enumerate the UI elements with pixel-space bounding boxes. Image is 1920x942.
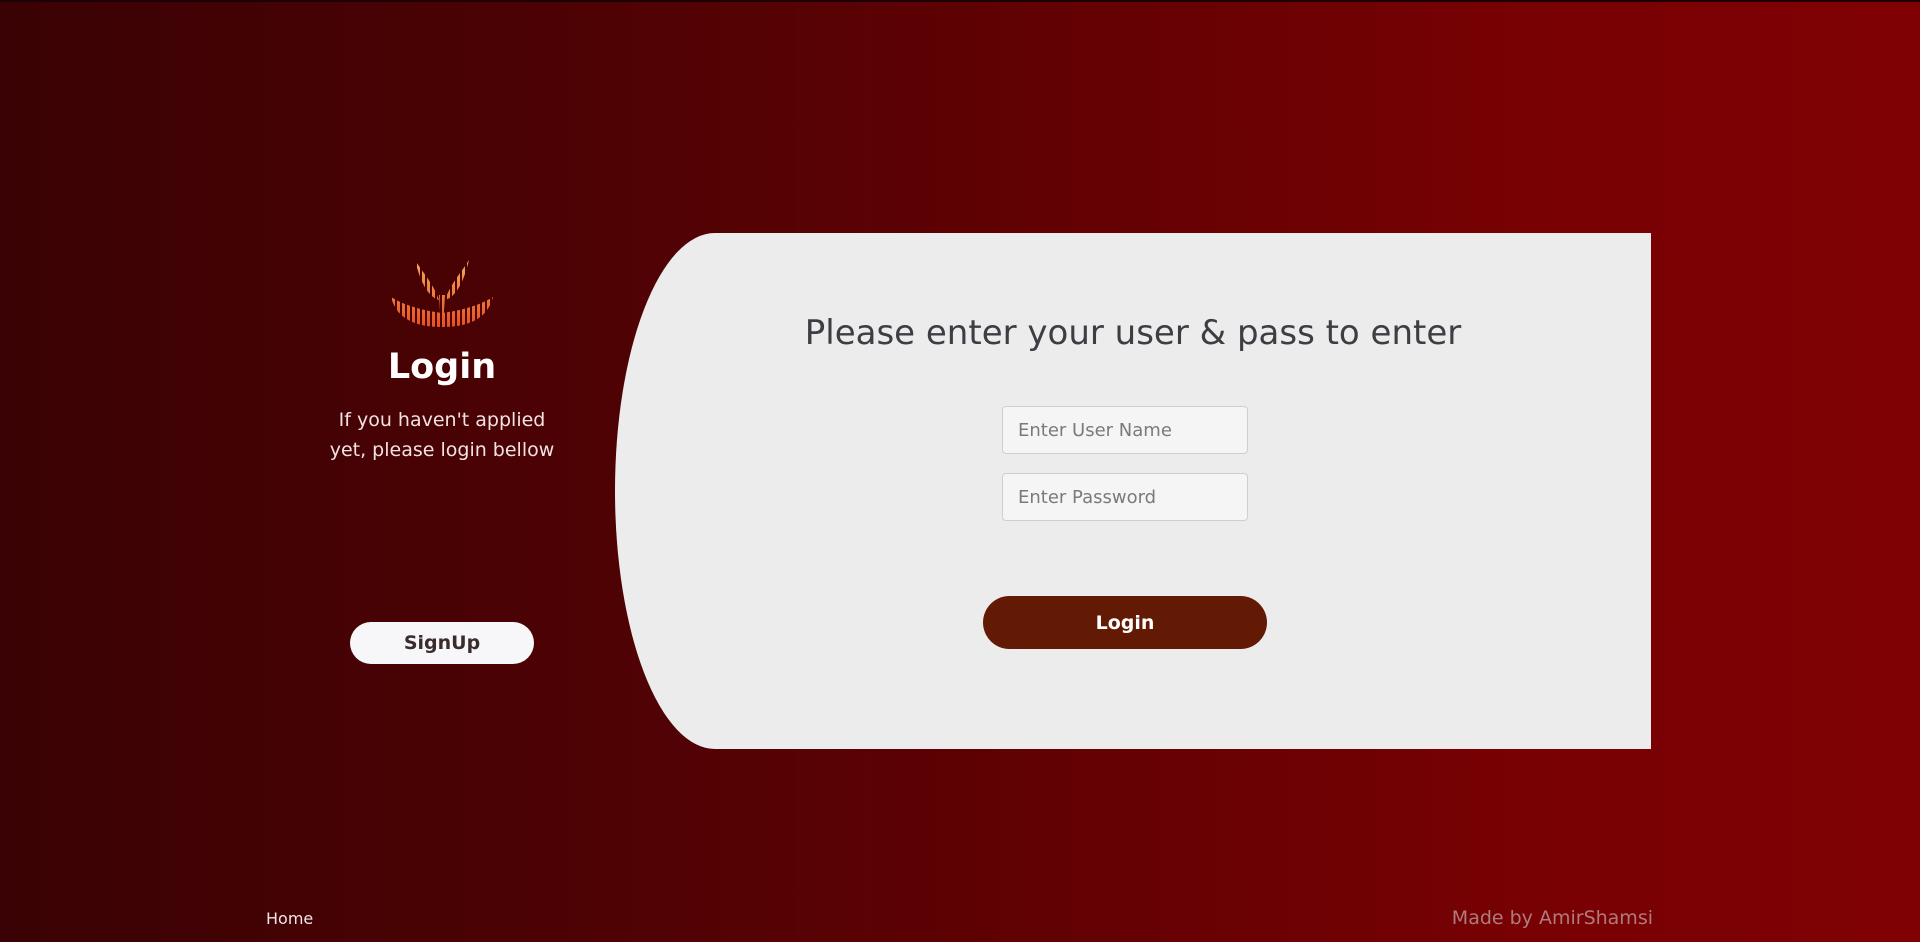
login-button[interactable]: Login (983, 596, 1267, 649)
logo-icon (391, 260, 493, 327)
password-input[interactable] (1002, 473, 1248, 521)
login-card: Please enter your user & pass to enter L… (615, 233, 1651, 749)
home-link[interactable]: Home (266, 909, 313, 928)
card-title: Please enter your user & pass to enter (804, 313, 1462, 353)
left-description: If you haven't applied yet, please login… (329, 409, 555, 461)
credit-text: Made by AmirShamsi (1451, 907, 1653, 929)
left-title: Login (387, 347, 497, 387)
top-border (0, 0, 1920, 2)
left-panel: Login If you haven't applied yet, please… (292, 255, 592, 465)
signup-button[interactable]: SignUp (350, 622, 534, 664)
username-input[interactable] (1002, 406, 1248, 454)
